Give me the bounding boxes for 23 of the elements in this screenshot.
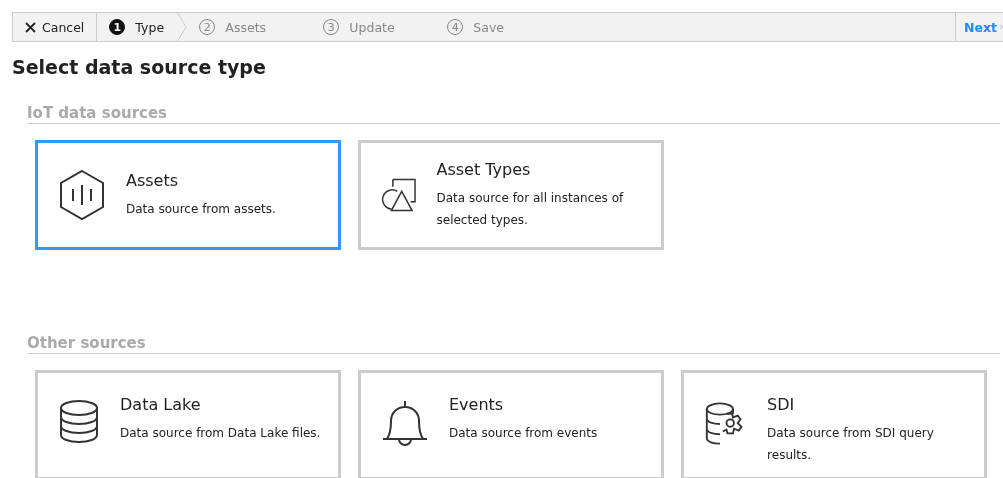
- page-title: Select data source type: [12, 56, 267, 78]
- section-heading: IoT data sources: [27, 104, 1000, 124]
- cancel-button[interactable]: Cancel: [13, 13, 98, 41]
- card-description: Data source for all instances of selected types.: [436, 189, 625, 229]
- wizard-step[interactable]: 1 Type: [97, 13, 188, 41]
- database-icon: [58, 399, 100, 445]
- source-card[interactable]: Data Lake Data source from Data Lake files.: [35, 370, 341, 478]
- hexagon-icon: [58, 169, 106, 221]
- card-title: Asset Types: [436, 159, 532, 179]
- card-description: Data source from Data Lake files.: [120, 425, 321, 442]
- section-heading: Other sources: [27, 334, 1000, 354]
- card-title: Events: [449, 395, 505, 414]
- source-card[interactable]: Events Data source from events: [358, 370, 664, 478]
- close-icon: [25, 21, 36, 33]
- card-description: Data source from assets.: [126, 200, 276, 218]
- card-description: Data source from events: [449, 425, 598, 442]
- card-title: Assets: [126, 170, 180, 190]
- card-description: Data source from SDI query results.: [767, 425, 935, 464]
- source-card[interactable]: Assets Data source from assets.: [35, 140, 341, 250]
- source-card[interactable]: SDI Data source from SDI query results.: [681, 370, 987, 478]
- source-card[interactable]: Asset Types Data source for all instances of selected types.: [358, 140, 664, 250]
- card-title: SDI: [767, 395, 796, 414]
- card-title: Data Lake: [120, 395, 202, 414]
